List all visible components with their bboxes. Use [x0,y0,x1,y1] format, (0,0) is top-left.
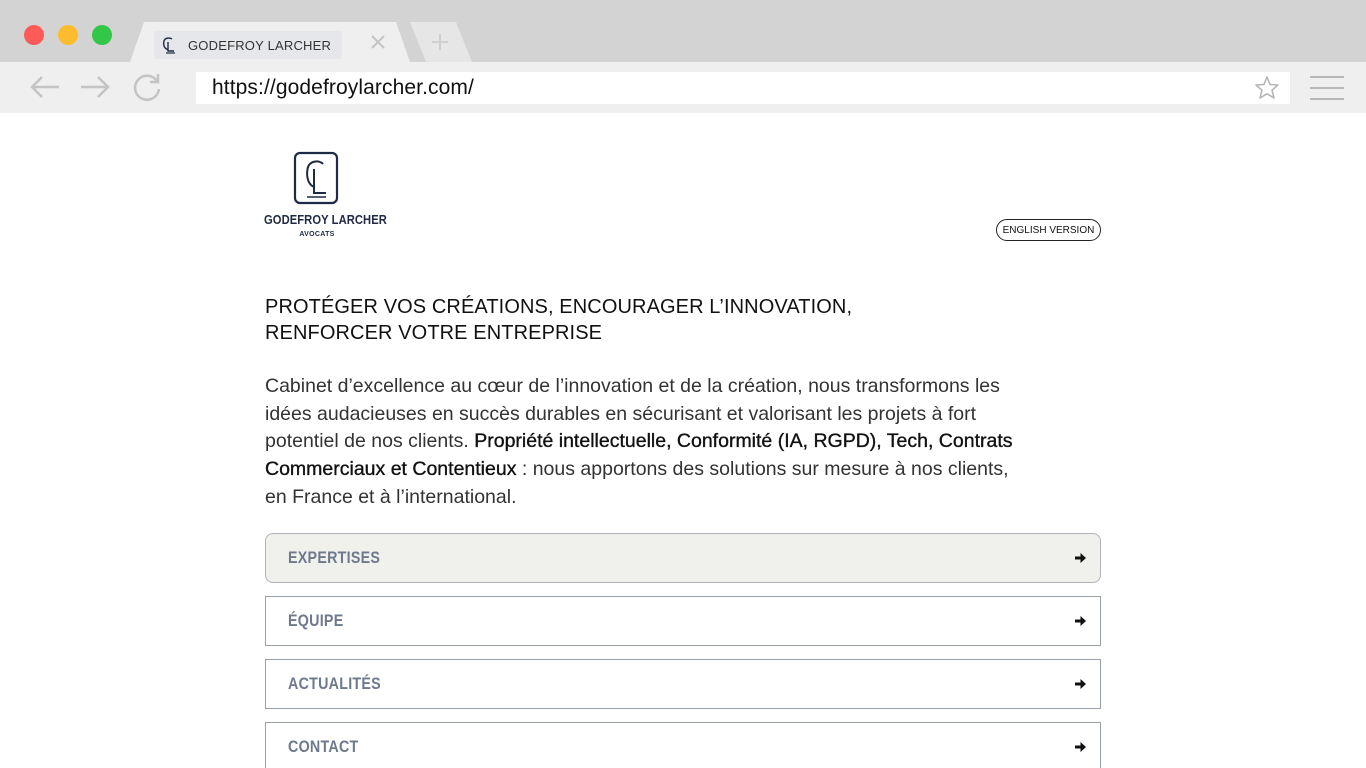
browser-toolbar: https://godefroylarcher.com/ [0,62,1366,113]
menu-item-label: ACTUALITÉS [288,674,381,693]
url-text: https://godefroylarcher.com/ [212,76,474,99]
intro-paragraph: Cabinet d’excellence au cœur de l’innova… [265,373,1025,512]
star-icon[interactable] [1254,75,1280,101]
arrow-right-icon [1074,740,1086,754]
menu-item-label: EXPERTISES [288,548,381,567]
reload-icon[interactable] [130,70,164,104]
new-tab-button[interactable] [410,22,472,62]
menu-item-label: CONTACT [288,737,359,756]
english-version-button[interactable]: ENGLISH VERSION [996,219,1101,241]
maximize-window-button[interactable] [92,25,112,45]
hamburger-menu-icon[interactable] [1310,72,1346,104]
minimize-window-button[interactable] [58,25,78,45]
browser-tab[interactable]: GODEFROY LARCHER [130,22,410,62]
menu-item-equipe[interactable]: ÉQUIPE [265,596,1101,646]
site-logo[interactable]: GODEFROY LARCHER AVOCATS [264,151,387,243]
tab-title: GODEFROY LARCHER [188,37,332,53]
gl-monogram-icon [160,36,178,54]
arrow-right-icon [1074,551,1086,565]
forward-arrow-icon[interactable] [78,70,112,104]
menu-item-actualites[interactable]: ACTUALITÉS [265,659,1101,709]
menu-item-label: ÉQUIPE [288,611,344,630]
close-icon[interactable] [368,32,388,52]
tab-strip: GODEFROY LARCHER [0,0,1366,62]
logo-name: GODEFROY LARCHER [264,212,387,227]
close-window-button[interactable] [24,25,44,45]
back-arrow-icon[interactable] [28,70,62,104]
tab-inner: GODEFROY LARCHER [154,31,342,59]
arrow-right-icon [1074,614,1086,628]
logo-subtitle: AVOCATS [299,231,335,238]
gl-monogram-icon [293,151,339,205]
arrow-right-icon [1074,677,1086,691]
browser-chrome: GODEFROY LARCHER https://godefroylarcher… [0,0,1366,113]
web-page: GODEFROY LARCHER AVOCATS ENGLISH VERSION… [0,113,1366,768]
page-headline: PROTÉGER VOS CRÉATIONS, ENCOURAGER L’INN… [265,296,853,344]
address-bar[interactable]: https://godefroylarcher.com/ [196,72,1290,104]
menu-item-expertises[interactable]: EXPERTISES [265,533,1101,583]
menu-item-contact[interactable]: CONTACT [265,722,1101,768]
